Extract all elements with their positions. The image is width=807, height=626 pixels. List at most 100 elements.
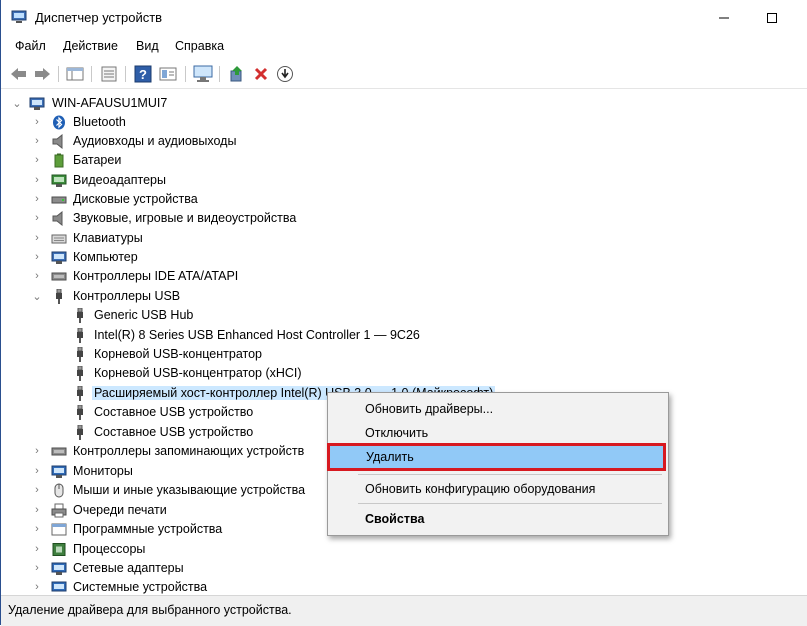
- expand-chevron-icon[interactable]: ›: [31, 483, 43, 497]
- menu-action[interactable]: Действие: [63, 39, 118, 53]
- menu-item-label: Обновить конфигурацию оборудования: [365, 482, 596, 496]
- category-label: Компьютер: [73, 250, 138, 264]
- display-adapter-icon: [51, 174, 67, 187]
- category-label: Контроллеры IDE ATA/ATAPI: [73, 269, 239, 283]
- scan-hardware-menu-item[interactable]: Обновить конфигурацию оборудования: [328, 478, 668, 500]
- tree-category-ide-controllers[interactable]: › Контроллеры IDE ATA/ATAPI: [1, 267, 807, 286]
- expand-chevron-icon[interactable]: ›: [31, 444, 43, 458]
- expand-chevron-icon[interactable]: ›: [31, 250, 43, 264]
- tree-category-processors[interactable]: › Процессоры: [1, 540, 807, 559]
- device-view-button[interactable]: [193, 64, 213, 84]
- remove-icon: [254, 67, 268, 81]
- expand-chevron-icon[interactable]: ›: [31, 134, 43, 148]
- expand-chevron-icon[interactable]: ›: [31, 115, 43, 129]
- disk-drive-icon: [51, 196, 67, 204]
- tree-category-display-adapters[interactable]: › Видеоадаптеры: [1, 171, 807, 190]
- tree-category-disk-drives[interactable]: › Дисковые устройства: [1, 190, 807, 209]
- tree-category-system-devices[interactable]: › Системные устройства: [1, 578, 807, 594]
- device-label: Корневой USB-концентратор (xHCI): [94, 366, 302, 380]
- maximize-button[interactable]: [749, 4, 795, 32]
- expand-chevron-icon[interactable]: ›: [31, 580, 43, 594]
- tree-category-usb-controllers[interactable]: ⌄ Контроллеры USB: [1, 287, 807, 306]
- maximize-icon: [767, 13, 777, 23]
- menu-help[interactable]: Справка: [175, 39, 224, 53]
- remove-device-button[interactable]: [251, 64, 271, 84]
- expand-chevron-icon[interactable]: ›: [31, 542, 43, 556]
- category-label: Очереди печати: [73, 503, 167, 517]
- keyboard-icon: [51, 234, 67, 244]
- tree-device-row[interactable]: Intel(R) 8 Series USB Enhanced Host Cont…: [1, 326, 807, 345]
- back-button[interactable]: [9, 64, 29, 84]
- category-label: Звуковые, игровые и видеоустройства: [73, 211, 297, 225]
- usb-plug-icon: [77, 366, 83, 381]
- category-label: Аудиовходы и аудиовыходы: [73, 134, 237, 148]
- device-label: Составное USB устройство: [94, 405, 254, 419]
- minimize-icon: [719, 17, 729, 19]
- expand-chevron-icon[interactable]: ›: [31, 561, 43, 575]
- monitor-icon: [193, 65, 213, 82]
- uninstall-menu-item[interactable]: Удалить: [327, 443, 666, 471]
- toolbar-separator: [58, 66, 59, 82]
- expand-chevron-icon[interactable]: ›: [31, 269, 43, 283]
- toolbar-separator: [91, 66, 92, 82]
- disable-menu-item[interactable]: Отключить: [328, 422, 668, 444]
- device-label: Generic USB Hub: [94, 308, 194, 322]
- forward-button[interactable]: [32, 64, 52, 84]
- collapse-chevron-icon[interactable]: ⌄: [11, 96, 23, 110]
- menu-item-label: Удалить: [366, 450, 414, 464]
- properties-view-icon: [66, 67, 84, 81]
- tree-category-sound-video-game[interactable]: › Звуковые, игровые и видеоустройства: [1, 209, 807, 228]
- collapse-chevron-icon[interactable]: ⌄: [31, 289, 43, 303]
- tree-category-audio-io[interactable]: › Аудиовходы и аудиовыходы: [1, 132, 807, 151]
- tree-root[interactable]: ⌄ WIN-AFAUSU1MUI7: [1, 94, 807, 113]
- tree-device-row[interactable]: Корневой USB-концентратор (xHCI): [1, 364, 807, 383]
- usb-plug-icon: [77, 347, 83, 362]
- printer-icon: [51, 503, 67, 518]
- tree-category-batteries[interactable]: › Батареи: [1, 151, 807, 170]
- usb-plug-icon: [77, 308, 83, 323]
- update-drivers-menu-item[interactable]: Обновить драйверы...: [328, 398, 668, 420]
- expand-chevron-icon[interactable]: ›: [31, 192, 43, 206]
- battery-icon: [54, 153, 64, 168]
- expand-chevron-icon[interactable]: ›: [31, 522, 43, 536]
- tree-category-network-adapters[interactable]: › Сетевые адаптеры: [1, 559, 807, 578]
- network-adapter-icon: [51, 562, 67, 575]
- title-bar[interactable]: Диспетчер устройств: [1, 0, 807, 36]
- svg-text:?: ?: [139, 67, 147, 82]
- details-icon: [159, 67, 177, 81]
- device-label: Корневой USB-концентратор: [94, 347, 262, 361]
- mouse-icon: [54, 483, 64, 498]
- tree-device-row[interactable]: Корневой USB-концентратор: [1, 345, 807, 364]
- show-hide-console-tree-button[interactable]: [65, 64, 85, 84]
- category-label: Дисковые устройства: [73, 192, 198, 206]
- update-driver-button[interactable]: [227, 64, 247, 84]
- tree-category-bluetooth[interactable]: › Bluetooth: [1, 113, 807, 132]
- expand-chevron-icon[interactable]: ›: [31, 503, 43, 517]
- context-menu: Обновить драйверы... Отключить Удалить О…: [327, 392, 669, 536]
- expand-chevron-icon[interactable]: ›: [31, 464, 43, 478]
- bluetooth-icon: [53, 115, 65, 130]
- scan-hardware-button[interactable]: [275, 64, 295, 84]
- menu-view[interactable]: Вид: [136, 39, 159, 53]
- expand-chevron-icon[interactable]: ›: [31, 211, 43, 225]
- storage-controller-icon: [51, 447, 67, 456]
- tree-device-row[interactable]: Generic USB Hub: [1, 306, 807, 325]
- properties-menu-item[interactable]: Свойства: [328, 508, 668, 530]
- menu-file[interactable]: Файл: [15, 39, 46, 53]
- tree-category-keyboards[interactable]: › Клавиатуры: [1, 229, 807, 248]
- expand-chevron-icon[interactable]: ›: [31, 231, 43, 245]
- processor-icon: [52, 543, 66, 556]
- expand-chevron-icon[interactable]: ›: [31, 173, 43, 187]
- forward-icon: [35, 68, 50, 80]
- computer-icon: [51, 251, 67, 264]
- menu-item-label: Отключить: [365, 426, 429, 440]
- tree-category-computer[interactable]: › Компьютер: [1, 248, 807, 267]
- details-view-button[interactable]: [158, 64, 178, 84]
- minimize-button[interactable]: [701, 4, 747, 32]
- monitor-icon: [51, 465, 67, 478]
- expand-chevron-icon[interactable]: ›: [31, 153, 43, 167]
- help-button[interactable]: ?: [133, 64, 153, 84]
- list-view-button[interactable]: [99, 64, 119, 84]
- menu-bar: Файл Действие Вид Справка: [1, 36, 807, 58]
- device-manager-window: Диспетчер устройств Файл Действие Вид Сп…: [0, 0, 807, 626]
